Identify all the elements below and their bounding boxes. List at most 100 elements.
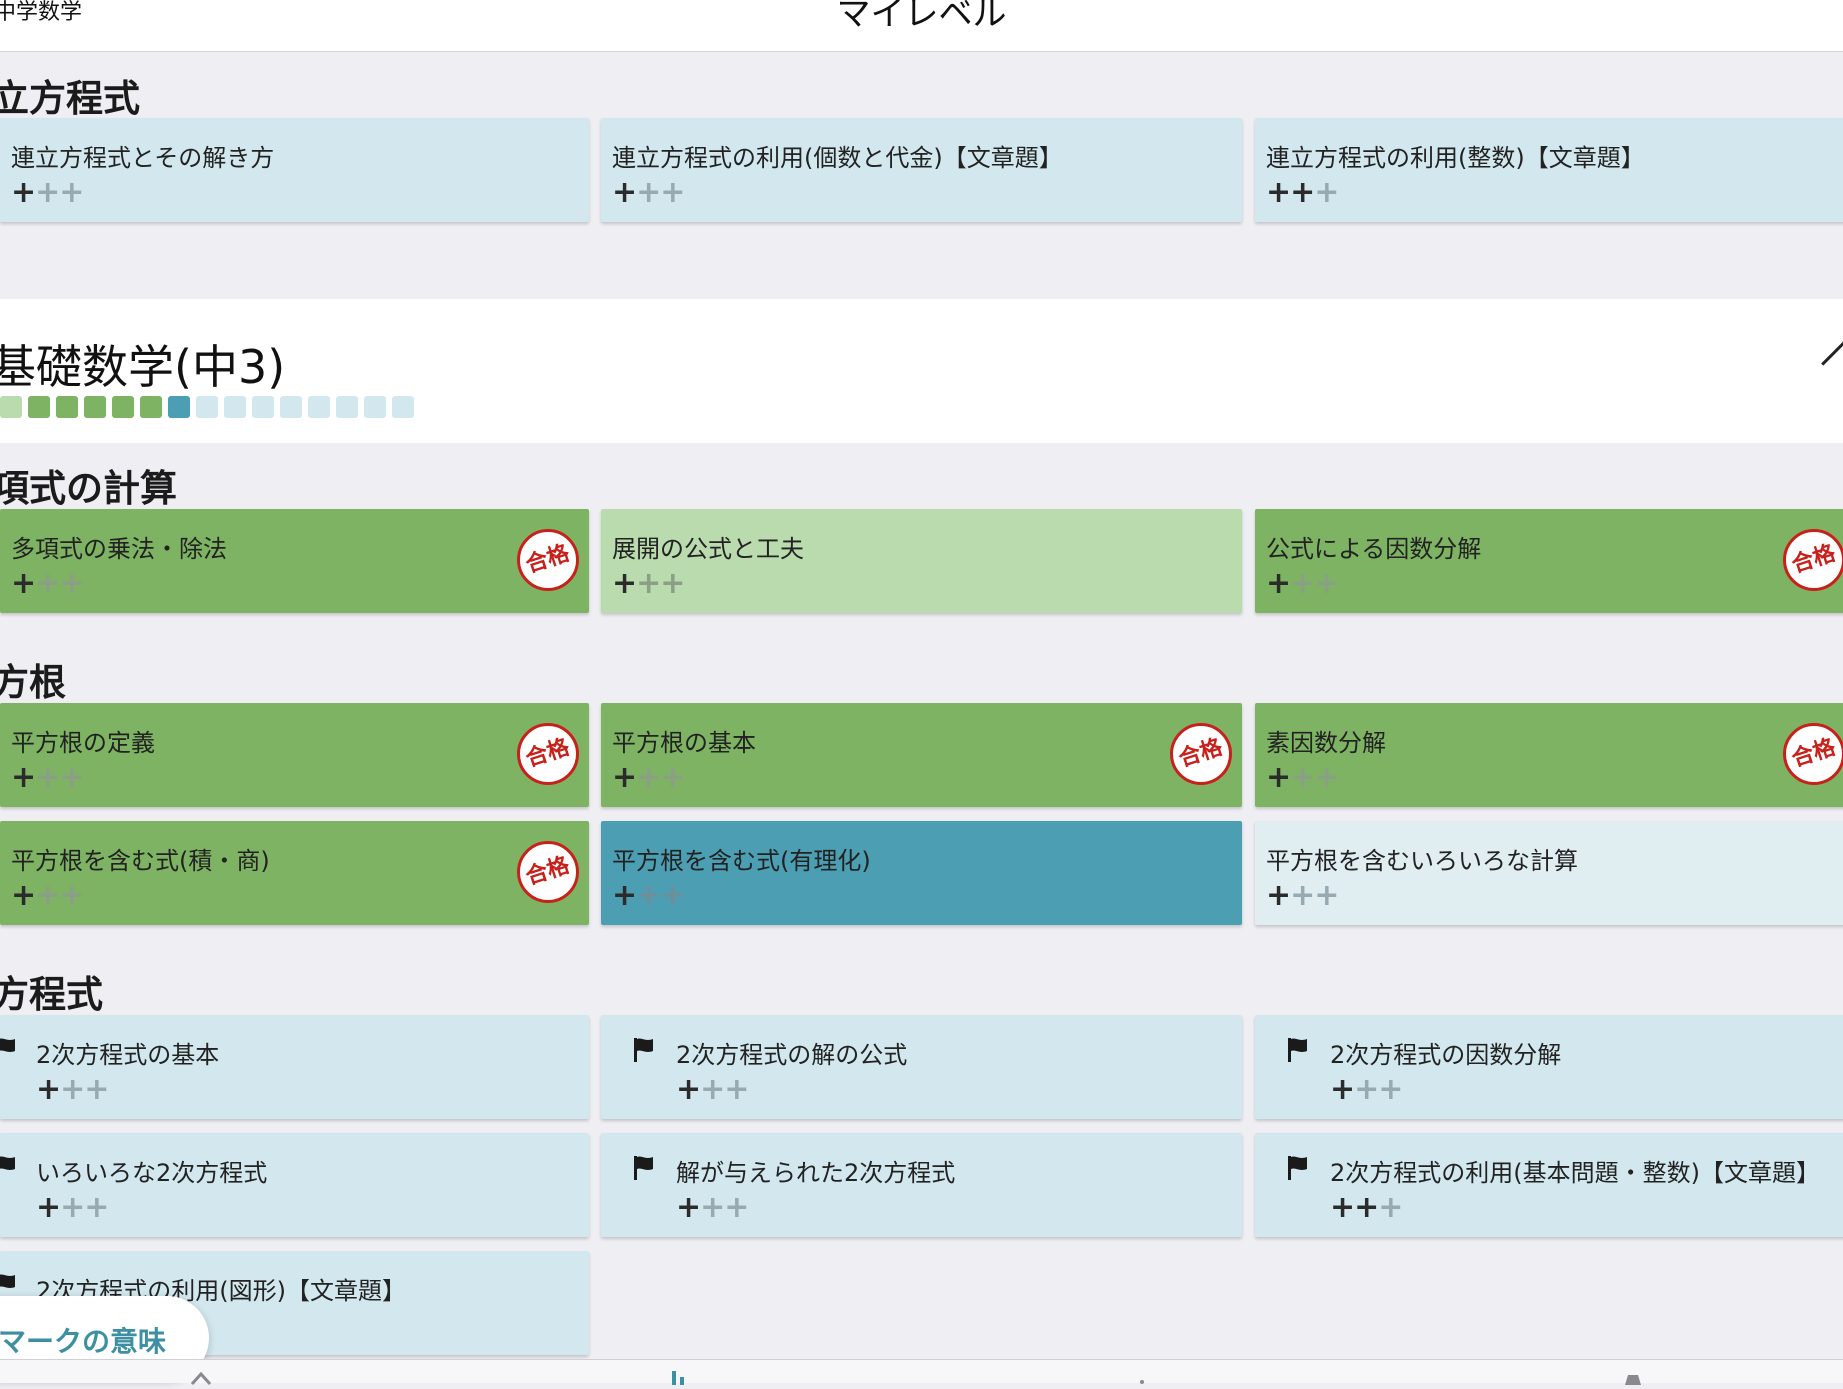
lesson-name: 公式による因数分解 [1266,535,1482,563]
lesson-name: 多項式の乗法・除法 [11,535,227,563]
lesson-card[interactable]: 2次方程式の因数分解 +++ [1255,1015,1843,1119]
lesson-card[interactable]: 平方根を含む式(有理化) +++ [601,821,1242,925]
level-plus: + [1354,1190,1379,1225]
progress-square [140,396,162,418]
lesson-card[interactable]: 平方根を含むいろいろな計算 +++ [1255,821,1843,925]
lesson-card[interactable]: 連立方程式の利用(個数と代金)【文章題】 +++ [601,118,1242,222]
lesson-card[interactable]: 2次方程式の基本 +++ [0,1015,589,1119]
lesson-name: 平方根を含む式(有理化) [612,847,871,875]
lesson-card[interactable]: 平方根の定義 +++ 合格 [0,703,589,807]
level-plus: + [11,175,36,210]
page-title: マイレベル [836,0,1007,34]
level-plus: + [1290,760,1315,795]
pass-stamp-icon: 合格 [1783,723,1843,785]
pass-stamp-text: 合格 [522,734,573,772]
chevron-up-icon[interactable] [1821,340,1843,387]
lesson-name: 2次方程式の因数分解 [1330,1041,1562,1069]
level-plus: + [1290,878,1315,913]
level-plus: + [612,566,637,601]
lesson-name: 平方根を含む式(積・商) [11,847,270,875]
progress-square [0,396,22,418]
flag-icon [1287,1155,1309,1181]
level-plus: + [660,760,685,795]
level-indicator: +++ [612,566,685,601]
level-indicator: +++ [676,1193,749,1223]
progress-square [56,396,78,418]
level-indicator: +++ [1266,878,1339,913]
lesson-card[interactable]: 連立方程式とその解き方 +++ [0,118,589,222]
pass-stamp-icon: 合格 [1783,529,1843,591]
lesson-card[interactable]: 解が与えられた2次方程式 +++ [601,1133,1242,1237]
pass-stamp-text: 合格 [522,540,573,578]
level-plus: + [1378,1190,1403,1225]
section-title-quadratic: 方程式 [0,973,103,1016]
level-plus: + [636,175,661,210]
level-plus: + [700,1072,725,1107]
level-plus: + [11,878,36,913]
lesson-card[interactable]: 平方根を含む式(積・商) +++ 合格 [0,821,589,925]
lesson-card[interactable]: 2次方程式の解の公式 +++ [601,1015,1242,1119]
level-plus: + [36,1072,61,1107]
lesson-name: 連立方程式の利用(整数)【文章題】 [1266,144,1645,172]
level-plus: + [660,175,685,210]
lesson-name: 平方根の定義 [11,729,155,757]
course-header[interactable]: 基礎数学(中3) [0,299,1843,443]
flag-icon [633,1155,655,1181]
level-plus: + [1330,1072,1355,1107]
lesson-card[interactable]: 公式による因数分解 +++ 合格 [1255,509,1843,613]
progress-square [336,396,358,418]
level-plus: + [1314,566,1339,601]
flag-icon [0,1155,17,1181]
level-plus: + [612,878,637,913]
progress-square [224,396,246,418]
level-plus: + [35,760,60,795]
level-plus: + [636,760,661,795]
progress-square [28,396,50,418]
level-plus: + [1378,1072,1403,1107]
lesson-card[interactable]: 素因数分解 +++ 合格 [1255,703,1843,807]
lesson-card[interactable]: 平方根の基本 +++ 合格 [601,703,1242,807]
level-plus: + [60,1190,85,1225]
mark-legend-label: マークの意味 [0,1325,167,1358]
level-plus: + [660,878,685,913]
progress-square [196,396,218,418]
level-plus: + [11,760,36,795]
pass-stamp-icon: 合格 [517,841,579,903]
level-indicator: +++ [1330,1190,1403,1225]
level-plus: + [1290,566,1315,601]
lesson-card[interactable]: 連立方程式の利用(整数)【文章題】 +++ [1255,118,1843,222]
level-plus: + [60,1072,85,1107]
lesson-card[interactable]: いろいろな2次方程式 +++ [0,1133,589,1237]
lesson-name: 解が与えられた2次方程式 [676,1159,956,1187]
level-indicator: +++ [11,566,84,601]
level-plus: + [59,566,84,601]
flag-icon [1287,1037,1309,1063]
level-plus: + [1314,878,1339,913]
lesson-name: 2次方程式の利用(基本問題・整数)【文章題】 [1330,1159,1820,1187]
lesson-card[interactable]: 展開の公式と工夫 +++ [601,509,1242,613]
level-plus: + [636,566,661,601]
level-plus: + [35,878,60,913]
level-plus: + [660,566,685,601]
lesson-card[interactable]: 2次方程式の利用(基本問題・整数)【文章題】 +++ [1255,1133,1843,1237]
flag-icon [633,1037,655,1063]
progress-square [280,396,302,418]
lesson-name: 素因数分解 [1266,729,1386,757]
level-plus: + [1266,175,1291,210]
level-indicator: +++ [1330,1072,1403,1107]
level-indicator: +++ [1266,566,1339,601]
pass-stamp-text: 合格 [1175,734,1226,772]
progress-square [112,396,134,418]
level-indicator: +++ [676,1072,749,1107]
lesson-name: 平方根の基本 [612,729,756,757]
level-plus: + [59,760,84,795]
flag-icon [0,1037,17,1063]
progress-square [308,396,330,418]
level-plus: + [676,1072,701,1107]
lesson-card[interactable]: 多項式の乗法・除法 +++ 合格 [0,509,589,613]
level-indicator: +++ [36,1072,109,1107]
level-plus: + [1266,760,1291,795]
level-plus: + [612,175,637,210]
lesson-name: いろいろな2次方程式 [36,1159,268,1187]
level-plus: + [84,1190,109,1225]
